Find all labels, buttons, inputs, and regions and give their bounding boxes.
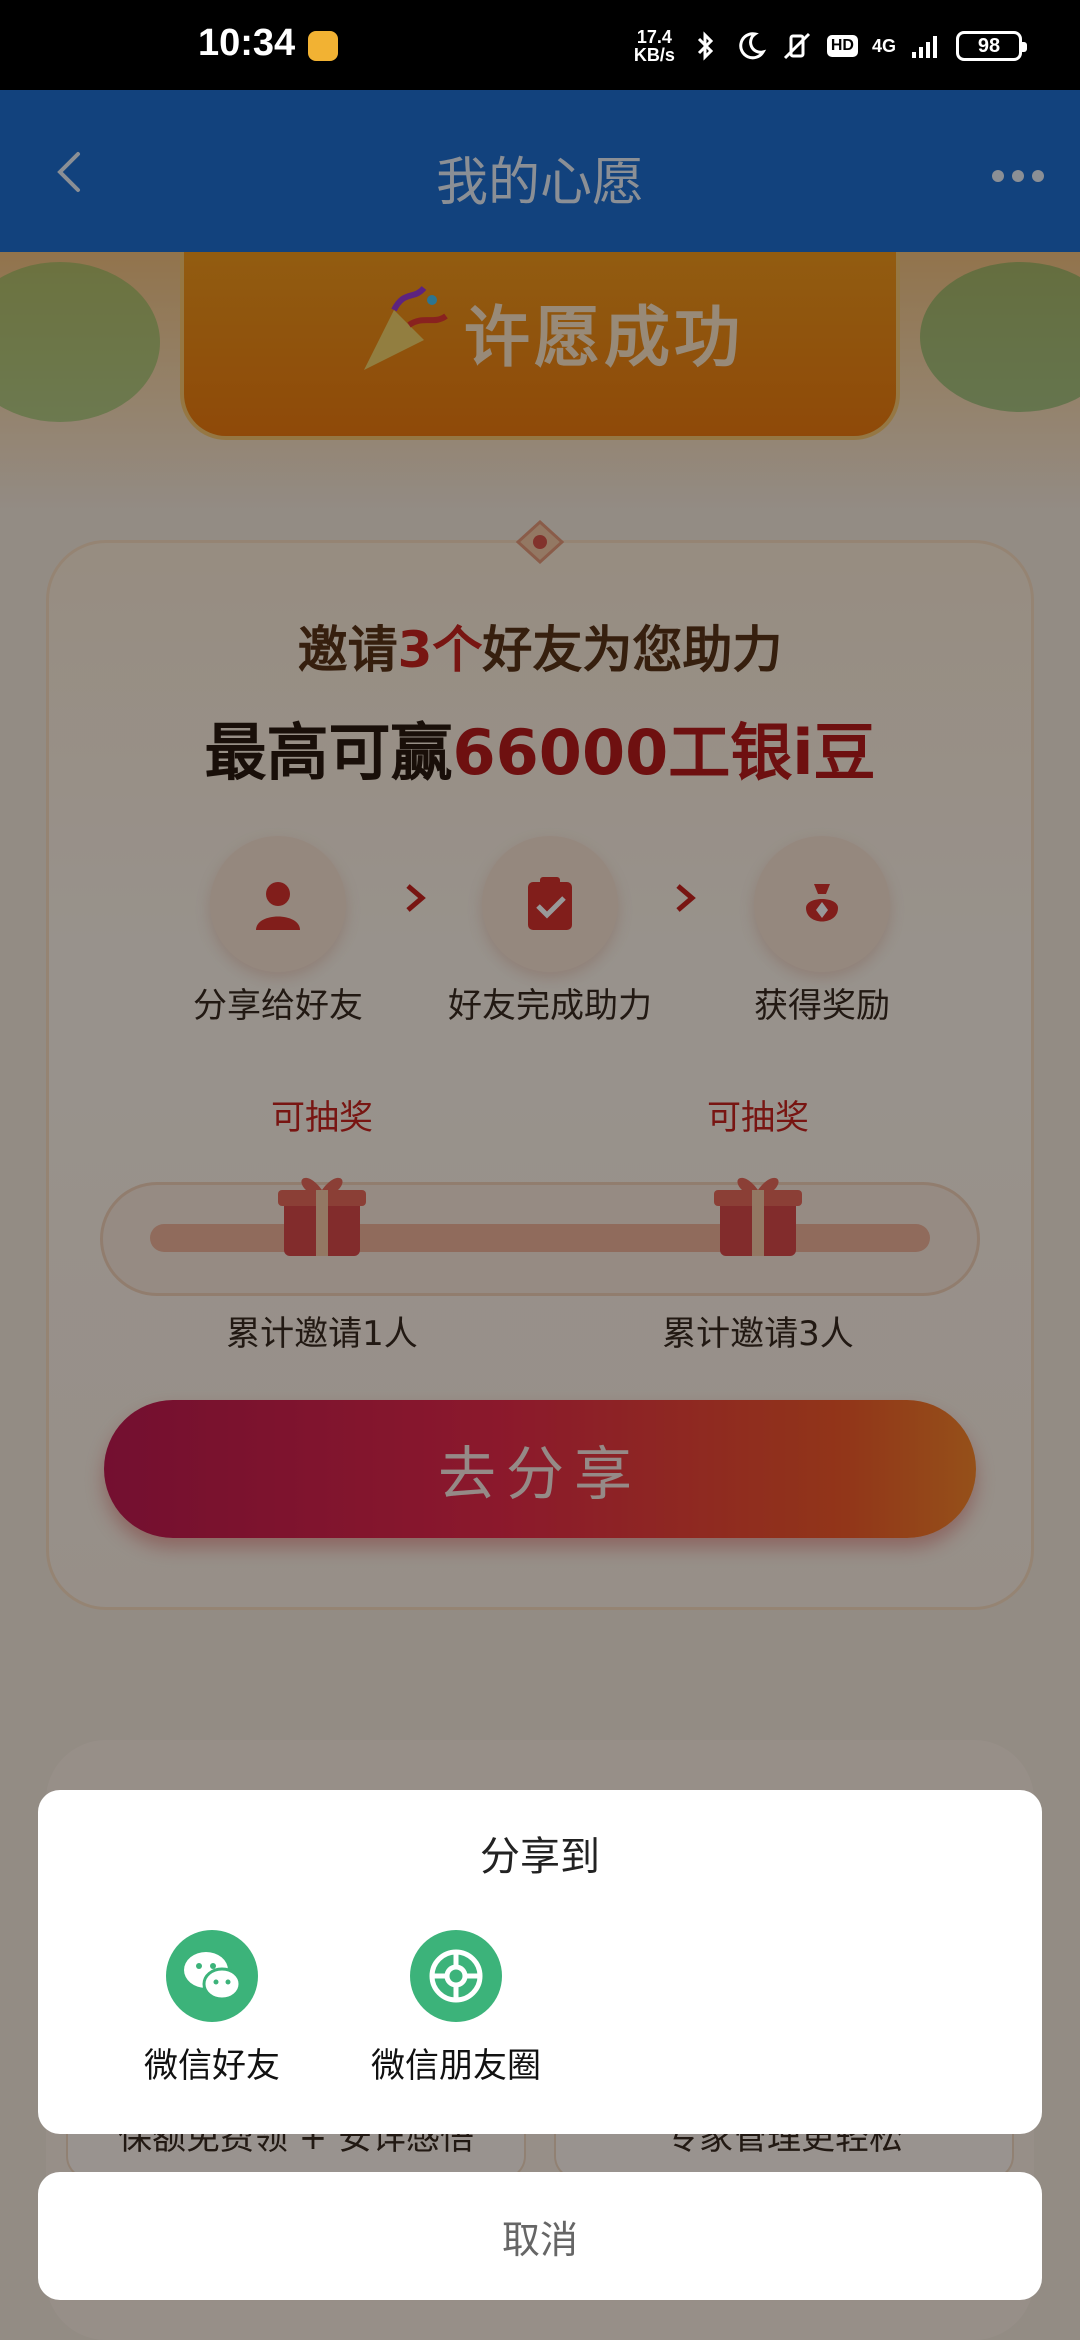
share-option-wechat-moments[interactable]: 微信朋友圈 bbox=[356, 1930, 556, 2087]
vibrate-off-icon bbox=[783, 32, 810, 60]
share-sheet: 分享到 微信好友 微信朋友圈 bbox=[38, 1790, 1042, 2134]
net-speed-value: 17.4 bbox=[636, 27, 672, 47]
moon-icon bbox=[739, 32, 767, 60]
battery-icon: 98 bbox=[956, 31, 1027, 61]
status-time: 10:34 bbox=[198, 22, 296, 64]
share-label-wechat-moments: 微信朋友圈 bbox=[371, 2046, 541, 2086]
notification-app-icon bbox=[308, 31, 338, 61]
share-option-wechat-friend[interactable]: 微信好友 bbox=[112, 1930, 312, 2087]
status-bar: 10:34 17.4 KB/s HD 4G 98 bbox=[0, 0, 1080, 90]
bluetooth-icon bbox=[697, 31, 713, 61]
wechat-icon[interactable] bbox=[166, 1930, 258, 2022]
wechat-moments-icon[interactable] bbox=[410, 1930, 502, 2022]
share-sheet-title: 分享到 bbox=[480, 1834, 600, 1880]
battery-level: 98 bbox=[977, 34, 1001, 57]
network-type: 4G bbox=[871, 35, 896, 56]
net-speed-unit: KB/s bbox=[633, 45, 675, 65]
net-speed: 17.4 KB/s bbox=[634, 28, 675, 64]
share-label-wechat-friend: 微信好友 bbox=[144, 2046, 280, 2086]
signal-icon bbox=[912, 36, 937, 58]
cancel-button[interactable]: 取消 bbox=[38, 2172, 1042, 2300]
status-icons: 17.4 KB/s HD 4G 98 bbox=[634, 26, 1027, 66]
hd-badge: HD bbox=[826, 35, 858, 57]
